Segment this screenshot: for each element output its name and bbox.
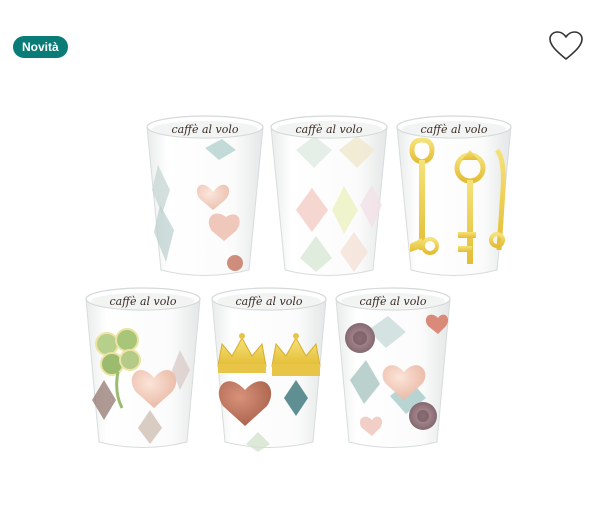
cup-2-inscription: caffè al volo [295,123,362,136]
cup-3-inscription: caffè al volo [420,123,487,136]
cup-6: caffè al volo [335,287,451,448]
cup-1: caffè al volo [146,115,264,276]
cup-4: caffè al volo [85,287,201,448]
cup-2: caffè al volo [270,115,388,276]
cup-1-inscription: caffè al volo [171,123,238,136]
product-image[interactable]: caffè al volo caffè al volo caffè al vol… [0,0,600,518]
cup-3: caffè al volo [396,115,512,276]
cup-4-inscription: caffè al volo [109,295,176,308]
cup-5: caffè al volo [211,287,327,452]
cup-5-inscription: caffè al volo [235,295,302,308]
cup-6-inscription: caffè al volo [359,295,426,308]
product-card[interactable]: Novità caffè al volo caffè al volo caffè… [0,0,600,518]
